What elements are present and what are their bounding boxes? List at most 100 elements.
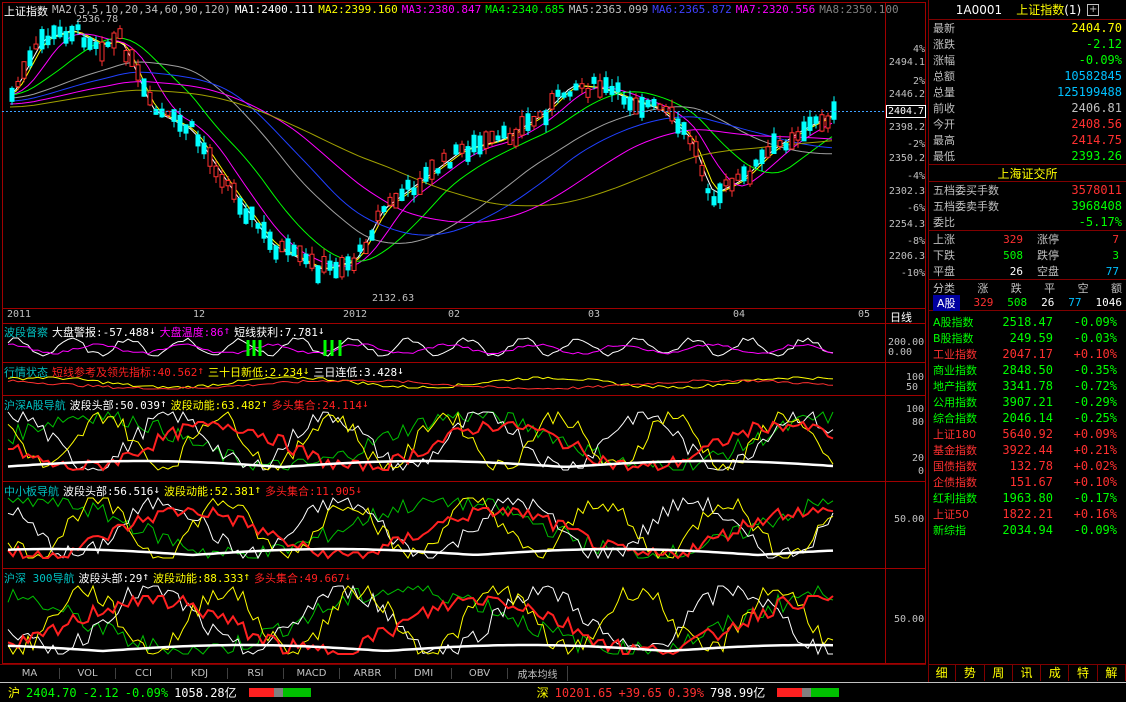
index-row[interactable]: 新综指 2034.94 -0.09% [929, 522, 1126, 538]
candle[interactable] [369, 228, 375, 241]
index-row[interactable]: 上证50 1822.21 +0.16% [929, 506, 1126, 522]
pane-arrow: ↑ [159, 397, 167, 410]
index-row[interactable]: 上证180 5640.92 +0.09% [929, 426, 1126, 442]
axis-label: -8% [906, 236, 925, 247]
pane4-header: 沪深A股导航 波段头部:50.039 ↑ 波段动能:63.482 ↑ 多头集合:24… [4, 397, 373, 413]
quote-key: 涨跌 [933, 38, 955, 51]
candle[interactable] [645, 98, 651, 109]
index-row[interactable]: B股指数 249.59 -0.03% [929, 330, 1126, 346]
class-row[interactable]: A股 329 508 26 77 1046 [929, 294, 1126, 311]
index-row[interactable]: 红利指数 1963.80 -0.17% [929, 490, 1126, 506]
candle[interactable] [393, 192, 399, 209]
candle[interactable] [231, 179, 237, 203]
index-percent: +0.10% [1073, 347, 1117, 361]
index-row[interactable]: 商业指数 2848.50 -0.35% [929, 362, 1126, 378]
side-tab[interactable]: 细 [928, 665, 957, 681]
tab-vol[interactable]: VOL [60, 667, 116, 679]
index-row[interactable]: 公用指数 3907.21 -0.29% [929, 394, 1126, 410]
index-percent: -0.25% [1073, 411, 1117, 425]
tab-dmi[interactable]: DMI [396, 667, 452, 679]
expand-icon[interactable]: + [1087, 3, 1100, 16]
candle[interactable] [477, 132, 483, 158]
indicator-tabs: MA VOL CCI KDJ RSI MACD ARBR DMI OBV 成本均… [0, 664, 926, 681]
quote-value: 125199488 [1056, 85, 1122, 99]
sz-label[interactable]: 深 [537, 684, 549, 701]
index-value: 2034.94 [1002, 523, 1053, 537]
pane-title[interactable]: 沪深 300导航 [4, 570, 75, 586]
tab-cost-ma[interactable]: 成本均线 [508, 665, 568, 681]
breadth-key: 涨停 [1037, 233, 1059, 246]
candle[interactable] [339, 254, 345, 280]
candle[interactable] [129, 47, 135, 67]
candle[interactable] [315, 265, 321, 285]
tab-kdj[interactable]: KDJ [172, 667, 228, 679]
candle[interactable] [39, 26, 45, 54]
tab-macd[interactable]: MACD [284, 667, 340, 679]
side-tab[interactable]: 解 [1098, 665, 1126, 681]
quote-key: 涨幅 [933, 54, 955, 67]
high-annotation: 2536.78 [76, 14, 119, 25]
quote-value: 2406.81 [1071, 101, 1122, 115]
tab-cci[interactable]: CCI [116, 667, 172, 679]
index-percent: -0.72% [1073, 379, 1117, 393]
quote-key: 总量 [933, 86, 955, 99]
date-label: 03 [588, 309, 601, 320]
index-row[interactable]: 地产指数 3341.78 -0.72% [929, 378, 1126, 394]
candle[interactable] [87, 36, 93, 52]
pane-title[interactable]: 行情状态 [4, 364, 48, 380]
candle[interactable] [741, 164, 747, 185]
main-chart-header: 上证指数 MA2(3,5,10,20,34,60,90,120) MA1:240… [4, 3, 903, 19]
col-header: 额 [1110, 281, 1122, 295]
pane-arrow: ↑ [260, 397, 268, 410]
pane3-header: 行情状态 短线参考及领先指标:40.562 ↑ 三十日新低:2.234 ↓ 三日连低… [4, 364, 408, 380]
candle[interactable] [657, 102, 663, 111]
index-row[interactable]: 国债指数 132.78 +0.02% [929, 458, 1126, 474]
side-tab[interactable]: 成 [1041, 665, 1070, 681]
class-header: 分类 涨 跌 平 空 额 [929, 279, 1126, 295]
index-row[interactable]: A股指数 2518.47 -0.09% [929, 314, 1126, 330]
pane5-axis: 50.00 [894, 514, 925, 525]
pane-title[interactable]: 中小板导航 [4, 483, 59, 499]
index-name: 基金指数 [933, 444, 977, 457]
col-header: 涨 [977, 281, 989, 295]
side-tab[interactable]: 周 [985, 665, 1013, 681]
candle[interactable] [513, 127, 519, 149]
index-row[interactable]: 综合指数 2046.14 -0.25% [929, 410, 1126, 426]
candle[interactable] [237, 195, 243, 218]
axis-label: 2494.1 [888, 57, 925, 68]
side-tab[interactable]: 讯 [1013, 665, 1042, 681]
breadth-value: 508 [1003, 248, 1023, 262]
tab-arbr[interactable]: ARBR [340, 667, 396, 679]
period-label[interactable]: 日线 [890, 309, 912, 325]
index-percent: +0.02% [1073, 459, 1117, 473]
candle[interactable] [267, 229, 273, 253]
index-row[interactable]: 企债指数 151.67 +0.10% [929, 474, 1126, 490]
tab-obv[interactable]: OBV [452, 667, 508, 679]
sh-label[interactable]: 沪 [8, 684, 20, 701]
index-row[interactable]: 工业指数 2047.17 +0.10% [929, 346, 1126, 362]
index-percent: +0.09% [1073, 427, 1117, 441]
security-code: 1A0001 [955, 2, 1003, 17]
order-key: 委比 [933, 216, 955, 229]
class-down: 508 [1007, 296, 1028, 309]
candle[interactable] [141, 78, 147, 97]
side-tab[interactable]: 特 [1069, 665, 1098, 681]
tab-rsi[interactable]: RSI [228, 667, 284, 679]
index-row[interactable]: 基金指数 3922.44 +0.21% [929, 442, 1126, 458]
quote-key: 前收 [933, 102, 955, 115]
quote-row: 今开 2408.56 [929, 116, 1126, 132]
candle[interactable] [639, 93, 645, 121]
breadth-table: 上涨 329 涨停 7 下跌 508 跌停 3 平盘 26 空盘 77 [929, 230, 1126, 279]
index-value: 3907.21 [1002, 395, 1053, 409]
index-value: 249.59 [1009, 331, 1053, 345]
pane-title[interactable]: 波段督察 [4, 324, 48, 340]
tab-ma[interactable]: MA [0, 667, 60, 679]
status-bar: 沪 2404.70 -2.12 -0.09% 1058.28亿 深 10201.… [0, 682, 1126, 702]
side-tab[interactable]: 势 [956, 665, 985, 681]
quote-row: 最低 2393.26 [929, 148, 1126, 164]
pane-title[interactable]: 沪深A股导航 [4, 397, 66, 413]
pane-arrow: ↓ [302, 364, 310, 377]
pane-value: 波段头部:56.516 [63, 485, 154, 498]
pane-value: 短线参考及领先指标:40.562 [52, 366, 198, 379]
candle[interactable] [447, 161, 453, 170]
